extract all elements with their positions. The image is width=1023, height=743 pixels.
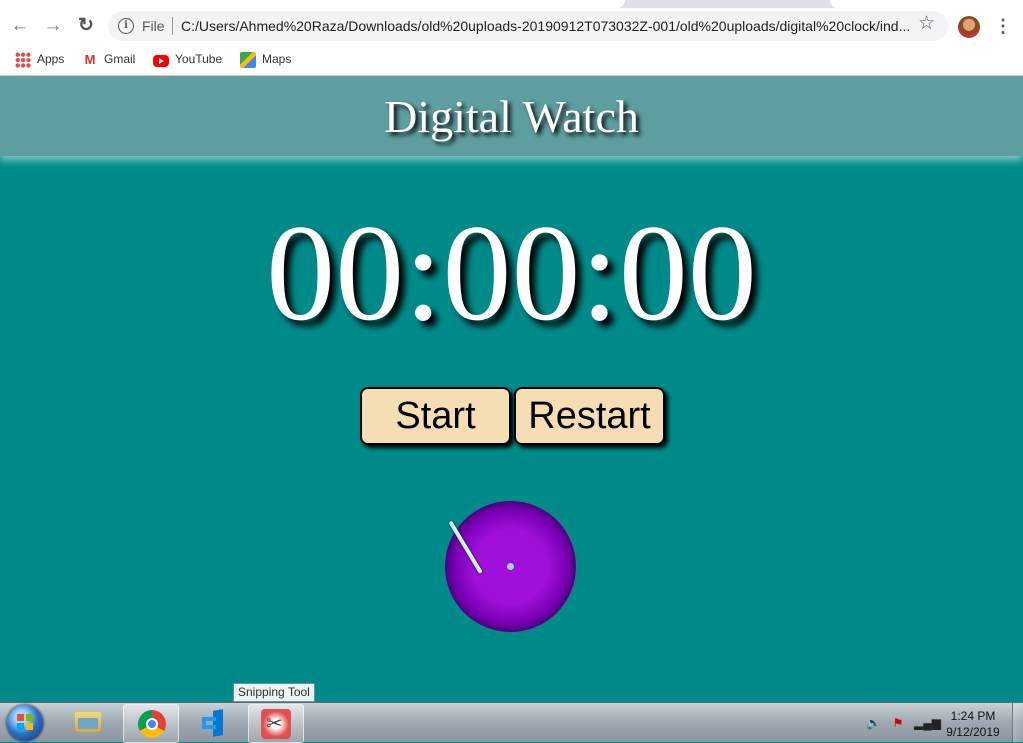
bookmark-apps[interactable]: Apps (15, 50, 64, 68)
restart-button[interactable]: Restart (514, 387, 665, 445)
reload-button[interactable]: ↻ (74, 14, 98, 38)
url-text[interactable]: C:/Users/Ahmed%20Raza/Downloads/old%20up… (181, 18, 921, 34)
windows-logo-icon (17, 714, 33, 730)
windows-taskbar: 🔈 ⚑ ▂▄▆ 1:24 PM 9/12/2019 (0, 702, 1023, 743)
taskbar-app-snipping-tool[interactable] (248, 704, 304, 743)
chrome-icon (138, 710, 166, 738)
browser-menu-icon[interactable]: ⋮ (994, 14, 1012, 38)
taskbar-tooltip: Snipping Tool (233, 683, 315, 702)
taskbar-app-explorer[interactable] (60, 704, 114, 741)
gmail-icon: M (84, 51, 96, 67)
youtube-icon (153, 54, 169, 67)
action-center-flag-icon[interactable]: ⚑ (891, 716, 905, 730)
vscode-icon (199, 709, 227, 737)
system-clock[interactable]: 1:24 PM 9/12/2019 (940, 708, 1006, 740)
start-button[interactable] (7, 705, 43, 741)
scissors-icon (261, 709, 291, 739)
apps-grid-icon (15, 51, 31, 68)
bookmarks-bar: Apps M Gmail YouTube Maps (0, 44, 1023, 76)
time-display: 00:00:00 (266, 196, 757, 349)
browser-toolbar: ← → ↻ i File C:/Users/Ahmed%20Raza/Downl… (0, 8, 1023, 44)
folder-icon (75, 712, 101, 732)
address-bar[interactable]: i File C:/Users/Ahmed%20Raza/Downloads/o… (108, 11, 948, 41)
start-button[interactable]: Start (360, 387, 511, 445)
show-desktop-button[interactable] (1012, 703, 1023, 742)
bookmark-gmail[interactable]: M Gmail (82, 50, 136, 68)
omnibox-divider (172, 17, 173, 35)
back-button[interactable]: ← (8, 14, 32, 38)
maps-icon (240, 51, 256, 68)
page-title: Digital Watch (384, 91, 639, 142)
system-date: 9/12/2019 (946, 725, 1000, 739)
info-icon[interactable]: i (118, 18, 134, 34)
scheme-label: File (142, 18, 165, 34)
bookmark-label: Maps (262, 52, 292, 66)
tab-strip (0, 0, 1023, 8)
bookmark-label: YouTube (175, 52, 223, 66)
bookmark-star-icon[interactable]: ☆ (918, 12, 935, 35)
bookmark-youtube[interactable]: YouTube (153, 50, 222, 68)
page-header: Digital Watch (0, 76, 1023, 156)
active-tab[interactable] (0, 0, 625, 8)
volume-icon[interactable]: 🔈 (866, 716, 881, 730)
window-controls-area (830, 0, 1023, 8)
taskbar-app-vscode[interactable] (185, 704, 239, 741)
forward-button[interactable]: → (41, 14, 65, 38)
bookmark-label: Apps (37, 52, 65, 66)
network-signal-icon[interactable]: ▂▄▆ (914, 716, 941, 730)
system-time: 1:24 PM (950, 709, 996, 723)
dial-pivot (507, 563, 514, 570)
bookmark-maps[interactable]: Maps (240, 50, 291, 68)
bookmark-label: Gmail (104, 52, 136, 66)
taskbar-app-chrome[interactable] (123, 704, 179, 743)
profile-avatar[interactable] (958, 16, 980, 38)
